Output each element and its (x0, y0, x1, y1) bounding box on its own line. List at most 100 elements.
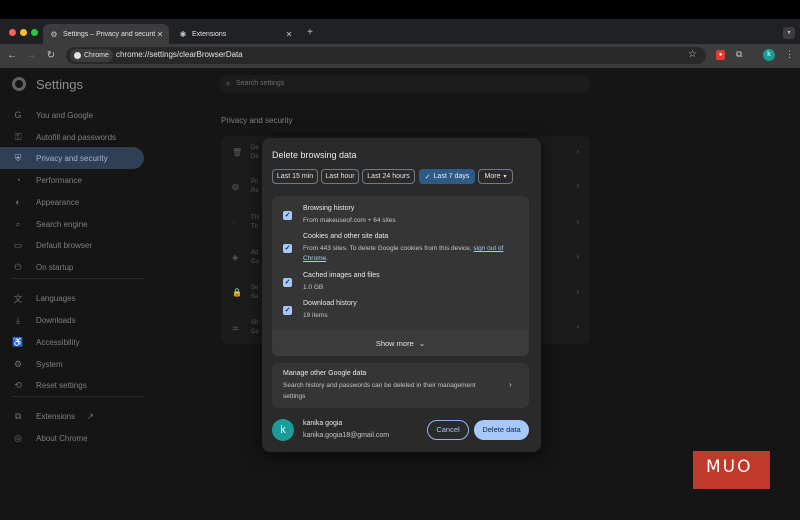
range-chip-label: Last 24 hours (367, 173, 410, 180)
sidebar-item-appearance[interactable]: ◐ Appearance (0, 191, 144, 213)
extensions-puzzle-icon[interactable]: ⧉ (736, 49, 742, 60)
option-title: Cookies and other site data (303, 233, 389, 240)
option-desc-end: . (326, 255, 328, 262)
key-icon: ⚿ (14, 131, 22, 142)
accessibility-icon: ♿ (12, 336, 24, 347)
translate-icon: 文 (13, 293, 23, 304)
privacy-row-text: Ad Cu (251, 250, 259, 265)
cancel-button[interactable]: Cancel (427, 420, 469, 440)
option-desc: From makeuseof.com + 64 sites (303, 216, 525, 226)
show-more-label: Show more (375, 339, 414, 348)
sidebar-item-label: System (36, 359, 63, 369)
sidebar-item-you-and-google[interactable]: G You and Google (0, 104, 144, 126)
search-placeholder: Search settings (236, 80, 285, 87)
checkbox-checked[interactable]: ✓ (283, 306, 292, 315)
watermark-text: MUO (706, 457, 753, 477)
minimize-window-button[interactable] (20, 29, 27, 36)
tab-extensions[interactable]: ✱ Extensions ✕ (172, 24, 298, 44)
range-chip-more[interactable]: More ▾ (478, 169, 513, 184)
back-button[interactable]: ← (5, 49, 19, 63)
option-title: Cached images and files (303, 272, 380, 279)
chevron-down-icon: ⌄ (418, 339, 426, 348)
privacy-row-text: Thi Th (251, 215, 260, 230)
new-tab-button[interactable]: + (305, 27, 315, 38)
forward-button[interactable]: → (24, 49, 38, 63)
sidebar-item-downloads[interactable]: ⤓ Downloads (0, 309, 144, 331)
option-cached-images-and-files[interactable]: ✓ Cached images and files 1.0 GB (272, 272, 529, 298)
url-text[interactable]: chrome://settings/clearBrowserData (116, 50, 243, 59)
trash-icon: 🗑 (232, 148, 243, 157)
close-window-button[interactable] (9, 29, 16, 36)
sidebar-item-label: Default browser (36, 240, 93, 250)
sidebar-item-performance[interactable]: ◔ Performance (0, 169, 144, 191)
bookmark-star-icon[interactable]: ☆ (688, 49, 697, 60)
option-desc-text: 19 items (303, 312, 328, 319)
checkbox-checked[interactable]: ✓ (283, 211, 292, 220)
sidebar-item-extensions[interactable]: ⧉ Extensions ↗ (0, 405, 144, 427)
sidebar-item-search-engine[interactable]: ⌕ Search engine (0, 213, 144, 235)
sidebar-item-label: You and Google (36, 110, 94, 120)
chrome-icon (74, 52, 81, 59)
shield-icon: ⛨ (14, 152, 22, 163)
option-browsing-history[interactable]: ✓ Browsing history From makeuseof.com + 64… (272, 205, 529, 231)
tab-search-button[interactable]: ▾ (783, 27, 795, 39)
palette-icon: ◐ (15, 197, 21, 207)
range-chip-last-24-hours[interactable]: Last 24 hours (362, 169, 415, 184)
sidebar-item-languages[interactable]: 文 Languages (0, 287, 144, 309)
manage-title: Manage other Google data (283, 370, 367, 377)
chrome-icon: ◎ (14, 432, 22, 443)
show-more-button[interactable]: Show more ⌄ (272, 339, 529, 348)
sidebar-divider (12, 396, 144, 397)
extension-icon[interactable]: ● (716, 50, 725, 60)
wrench-icon: ⚙ (13, 358, 23, 369)
sidebar-item-label: On startup (36, 262, 74, 272)
checkbox-checked[interactable]: ✓ (283, 244, 292, 253)
close-icon[interactable]: ✕ (155, 30, 165, 39)
tab-settings[interactable]: ⚙ Settings – Privacy and security ✕ (43, 24, 169, 44)
range-chip-last-7-days[interactable]: ✓ Last 7 days (419, 169, 475, 184)
extension-icon: ⧉ (14, 410, 22, 421)
maximize-window-button[interactable] (31, 29, 38, 36)
sidebar-item-system[interactable]: ⚙ System (0, 353, 144, 375)
account-avatar: k (272, 419, 294, 441)
range-chip-label: Last hour (325, 173, 355, 180)
option-download-history[interactable]: ✓ Download history 19 items (272, 300, 529, 326)
chevron-right-icon: › (576, 322, 579, 331)
browser-icon: ▭ (13, 239, 23, 250)
account-name: kanika gogia (303, 420, 343, 427)
page-title: Settings (36, 77, 83, 92)
delete-data-button[interactable]: Delete data (474, 420, 529, 440)
sidebar-item-reset-settings[interactable]: ⟲ Reset settings (0, 374, 144, 396)
site-info-chip[interactable]: Chrome (70, 49, 113, 62)
chip-label: Chrome (84, 52, 109, 59)
sidebar-item-autofill-and-passwords[interactable]: ⚿ Autofill and passwords (0, 126, 144, 148)
range-chip-last-hour[interactable]: Last hour (321, 169, 359, 184)
option-desc-text: From makeuseof.com + 64 sites (303, 217, 396, 224)
range-chip-last-15-min[interactable]: Last 15 min (272, 169, 318, 184)
gear-icon: ⚙ (50, 29, 58, 39)
sidebar-item-label: Accessibility (36, 337, 80, 347)
sidebar-item-accessibility[interactable]: ♿ Accessibility (0, 331, 144, 353)
download-icon: ⤓ (16, 314, 20, 325)
tab-extensions-title: Extensions (192, 30, 227, 38)
sidebar-divider (12, 278, 144, 279)
option-cookies-and-other-site-data[interactable]: ✓ Cookies and other site data From 443 sit… (272, 233, 529, 262)
privacy-row-text: Pri Re (251, 179, 259, 194)
open-external-icon: ↗ (87, 411, 94, 421)
close-icon[interactable]: ✕ (284, 30, 294, 39)
chevron-right-icon: › (576, 147, 579, 156)
sidebar-item-default-browser[interactable]: ▭ Default browser (0, 234, 144, 256)
sliders-icon: ⚌ (232, 323, 240, 332)
sidebar-item-privacy-and-security[interactable]: ⛨ Privacy and security (0, 147, 144, 169)
cookie-icon: ◍ (232, 182, 239, 191)
checkbox-checked[interactable]: ✓ (283, 278, 292, 287)
option-title: Browsing history (303, 205, 355, 212)
reload-button[interactable]: ↻ (44, 49, 58, 63)
sidebar-item-on-startup[interactable]: ⏻ On startup (0, 256, 144, 278)
chevron-right-icon: › (576, 287, 579, 296)
profile-avatar[interactable]: k (763, 49, 775, 61)
sidebar-item-label: About Chrome (36, 433, 88, 443)
chevron-right-icon: › (576, 181, 579, 190)
sidebar-item-about-chrome[interactable]: ◎ About Chrome (0, 427, 144, 449)
menu-icon[interactable]: ⋮ (785, 49, 794, 60)
